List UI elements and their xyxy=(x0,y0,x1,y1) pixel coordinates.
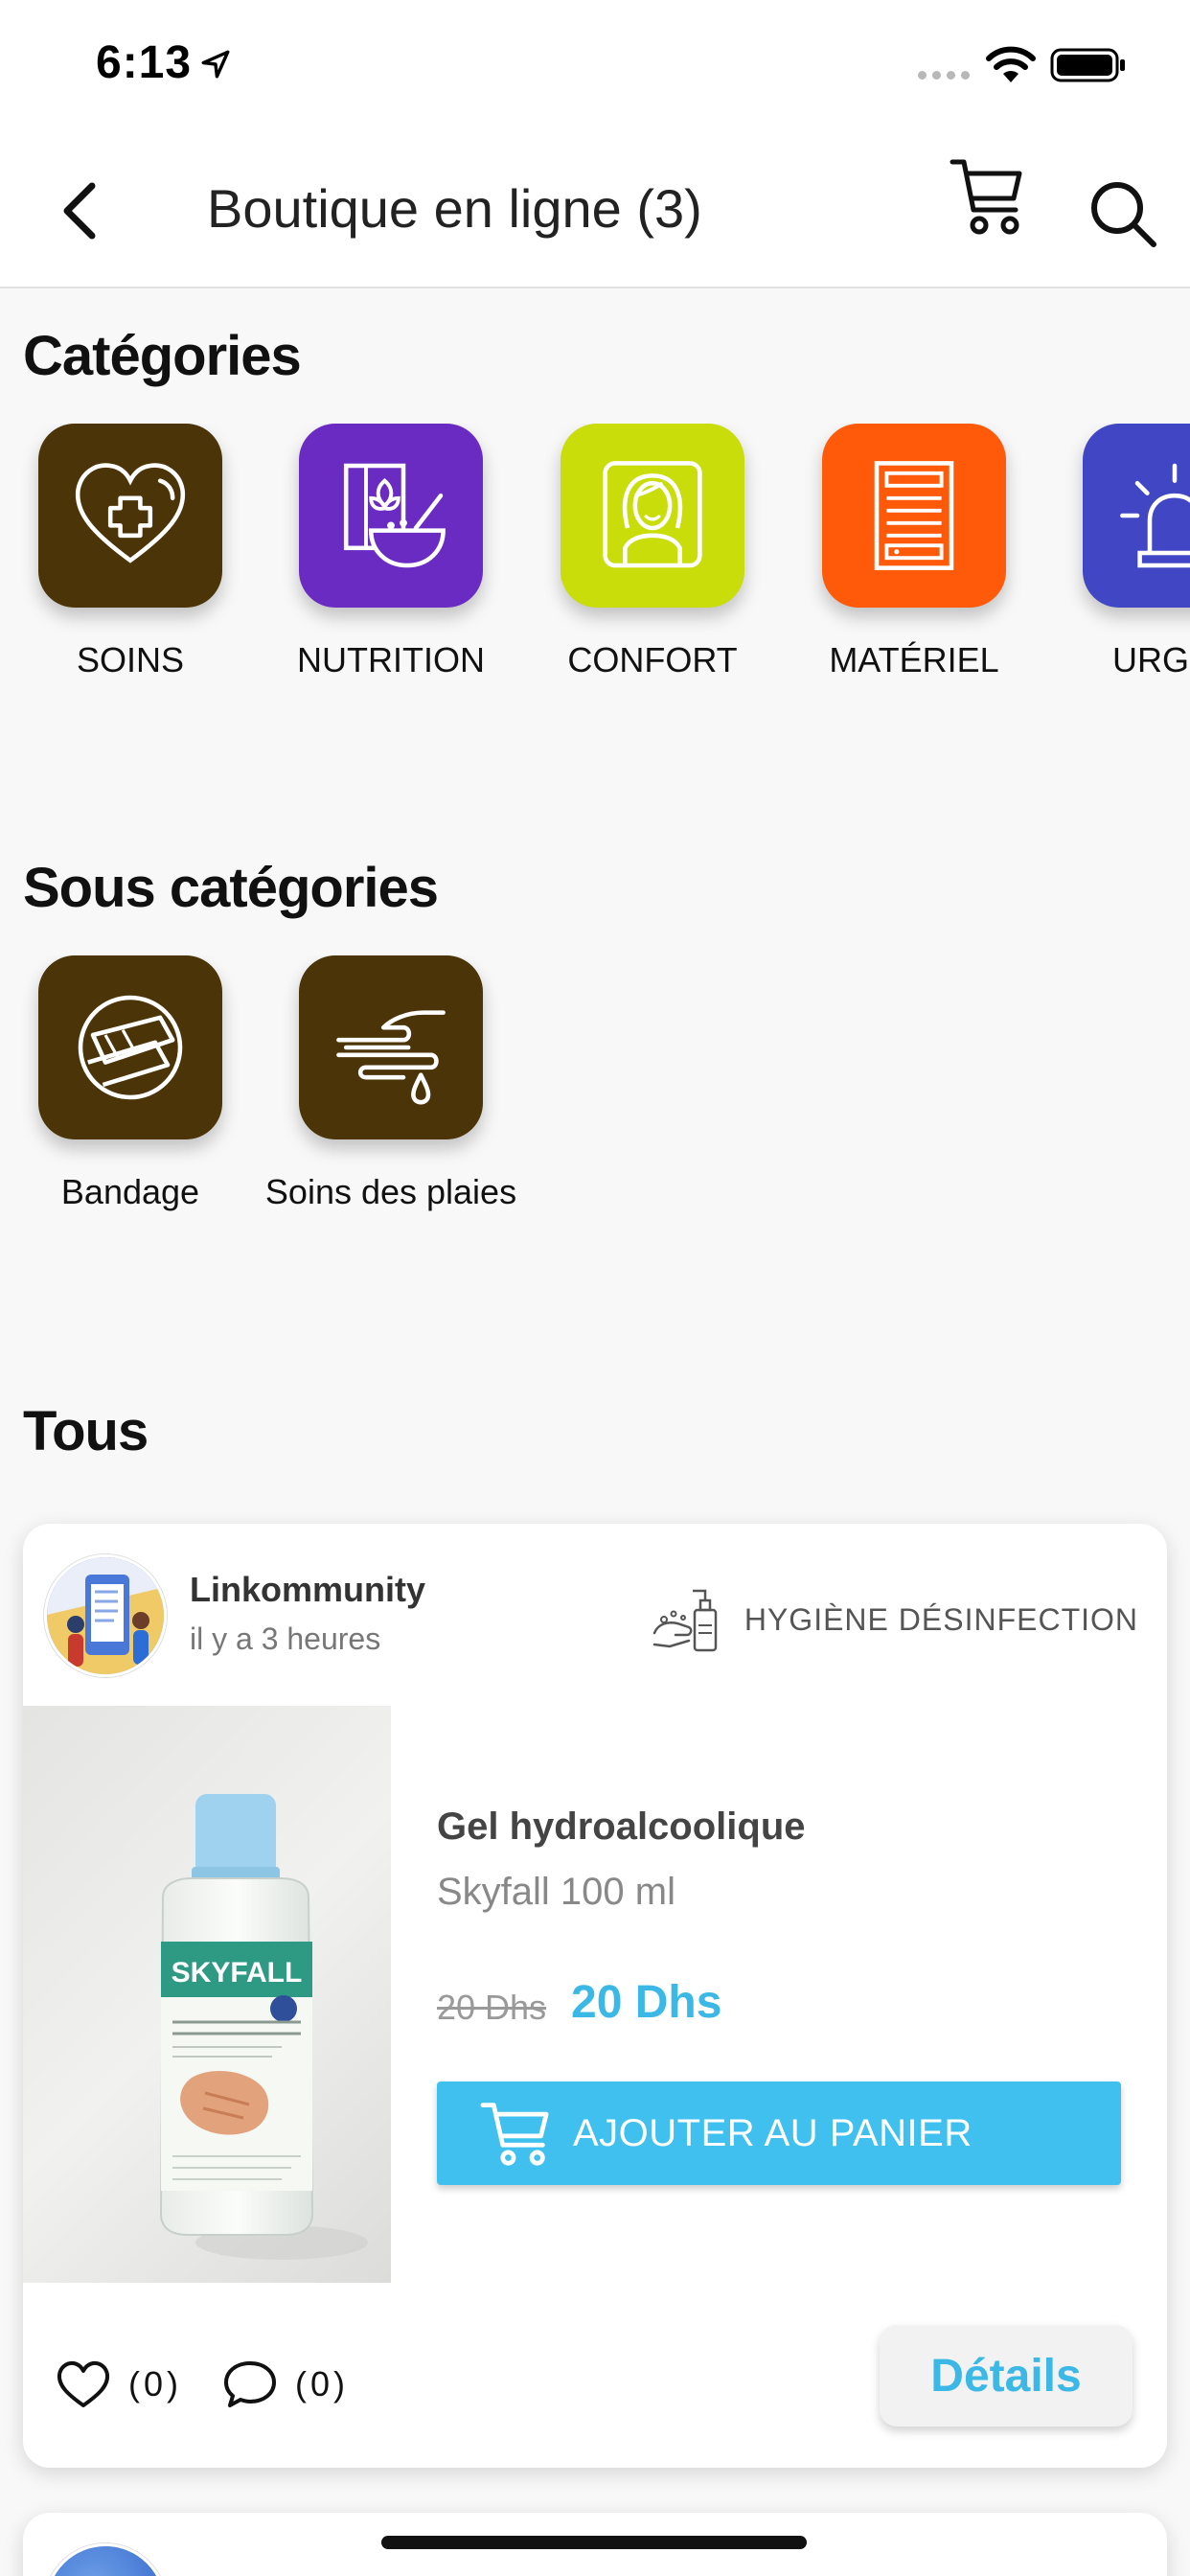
category-label: MATÉRIEL xyxy=(829,640,999,679)
product-name[interactable]: Gel hydroalcoolique xyxy=(437,1806,806,1849)
author-name[interactable]: Linkommunity xyxy=(190,1570,425,1610)
subcategory-label: Bandage xyxy=(60,1172,200,1211)
subcategory-bandage[interactable]: Bandage xyxy=(0,955,222,1233)
subcategory-label: Soins des plaies xyxy=(264,1172,517,1211)
category-urgence[interactable]: URGEN xyxy=(1044,424,1190,702)
subcategories-title: Sous catégories xyxy=(23,857,439,919)
like-count: (0) xyxy=(128,2364,182,2404)
categories-list: SOINS NUTRITION CONFORT MATÉRIEL URG xyxy=(0,424,1190,702)
category-tile[interactable] xyxy=(561,424,744,608)
product-image[interactable]: SKYFALL xyxy=(23,1706,391,2283)
category-label: URGEN xyxy=(1111,640,1190,679)
location-arrow-icon xyxy=(201,50,230,79)
comment-count: (0) xyxy=(295,2364,349,2404)
bottle-brand-label: SKYFALL xyxy=(172,1957,303,1989)
category-label: NUTRITION xyxy=(297,640,485,679)
woman-portrait-icon xyxy=(603,461,702,568)
wifi-icon xyxy=(986,46,1036,82)
add-to-cart-label: AJOUTER AU PANIER xyxy=(573,2111,973,2154)
avatar[interactable] xyxy=(44,1554,167,1677)
nav-bar: Boutique en ligne (3) xyxy=(0,129,1190,288)
cart-icon xyxy=(480,2103,549,2166)
new-price: 20 Dhs xyxy=(571,1977,722,2028)
post-time: il y a 3 heures xyxy=(190,1622,381,1656)
category-tile[interactable] xyxy=(1083,424,1190,608)
cart-button[interactable] xyxy=(949,152,1025,239)
category-soins[interactable]: SOINS xyxy=(0,424,222,702)
category-nutrition[interactable]: NUTRITION xyxy=(261,424,485,702)
category-tile[interactable] xyxy=(299,424,483,608)
wound-care-icon xyxy=(336,1010,446,1105)
heart-icon xyxy=(57,2360,110,2407)
add-to-cart-button[interactable]: AJOUTER AU PANIER xyxy=(437,2082,1121,2185)
status-time: 6:13 xyxy=(96,37,193,88)
heart-plus-icon xyxy=(75,463,186,564)
category-tile[interactable] xyxy=(822,424,1006,608)
subcategory-soins-des-plaies[interactable]: Soins des plaies xyxy=(261,955,516,1233)
siren-icon xyxy=(1120,463,1190,568)
subcategories-list: Bandage Soins des plaies xyxy=(0,955,1190,1233)
categories-title: Catégories xyxy=(23,325,302,387)
all-title: Tous xyxy=(23,1400,149,1462)
old-price: 20 Dhs xyxy=(437,1988,547,2027)
card-footer: (0) (0) Détails xyxy=(23,2283,1167,2468)
sanitizer-bottle-image: SKYFALL xyxy=(159,1794,368,2260)
subcategory-tile[interactable] xyxy=(38,955,222,1139)
category-materiel[interactable]: MATÉRIEL xyxy=(784,424,1006,702)
comment-icon xyxy=(224,2361,276,2407)
category-badge: HYGIÈNE DÉSINFECTION xyxy=(651,1581,1138,1658)
product-card[interactable]: Linkommunity il y a 3 heures HYGIÈNE DÉS… xyxy=(23,1524,1167,2468)
category-confort[interactable]: CONFORT xyxy=(522,424,744,702)
subcategory-tile[interactable] xyxy=(299,955,483,1139)
search-button[interactable] xyxy=(1085,175,1161,252)
like-button[interactable]: (0) xyxy=(56,2359,182,2409)
avatar[interactable] xyxy=(44,2543,167,2576)
category-label: SOINS xyxy=(76,640,185,679)
comment-button[interactable]: (0) xyxy=(222,2359,349,2409)
category-tile[interactable] xyxy=(38,424,222,608)
product-subtitle: Skyfall 100 ml xyxy=(437,1871,675,1913)
avatar-illustration xyxy=(47,1557,164,1674)
bandage-icon xyxy=(78,995,183,1100)
cereal-bowl-icon xyxy=(343,463,446,568)
page-title: Boutique en ligne (3) xyxy=(207,178,702,239)
signal-icon xyxy=(918,71,970,80)
back-button[interactable] xyxy=(54,172,111,249)
cabinet-icon xyxy=(874,461,954,570)
hand-sanitizer-icon xyxy=(652,1589,718,1652)
details-button[interactable]: Détails xyxy=(880,2325,1133,2426)
home-indicator[interactable] xyxy=(381,2536,807,2549)
status-bar: 6:13 xyxy=(0,0,1190,129)
battery-icon xyxy=(1050,48,1125,82)
category-badge-label: HYGIÈNE DÉSINFECTION xyxy=(744,1601,1138,1637)
category-label: CONFORT xyxy=(567,640,738,679)
